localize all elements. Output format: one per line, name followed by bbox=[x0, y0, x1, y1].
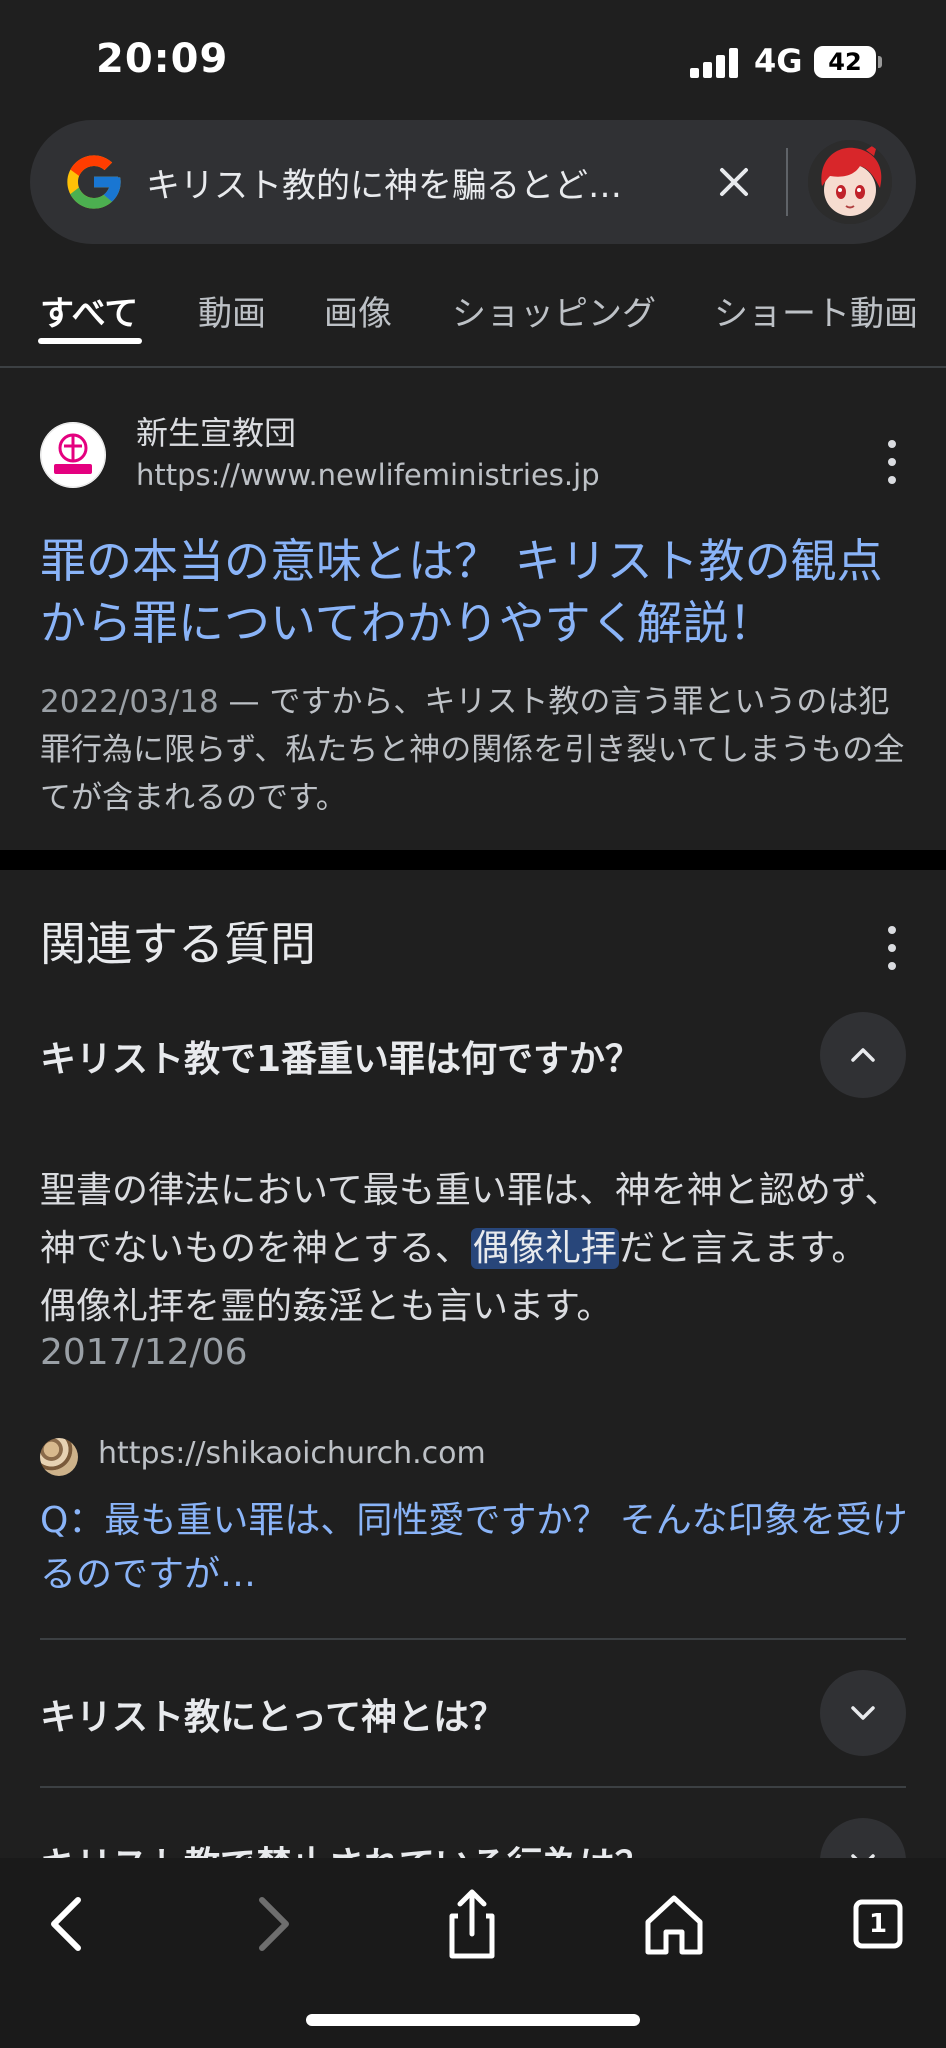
question-item[interactable]: キリスト教で1番重い罪は何ですか？ bbox=[40, 1012, 906, 1098]
share-icon[interactable] bbox=[432, 1884, 512, 1964]
avatar[interactable] bbox=[808, 140, 892, 224]
tabs-button[interactable]: 1 bbox=[838, 1884, 918, 1964]
search-tabs: すべて 動画 画像 ショッピング ショート動画 bbox=[0, 268, 946, 368]
browser-toolbar: 1 bbox=[0, 1858, 946, 2048]
question-item[interactable]: キリスト教にとって神とは？ bbox=[40, 1670, 906, 1756]
status-bar: 20:09 4G 42 bbox=[0, 0, 946, 120]
close-icon[interactable] bbox=[710, 158, 758, 206]
tab-all[interactable]: すべて bbox=[40, 286, 138, 335]
result-date: 2022/03/18 bbox=[40, 684, 219, 720]
tab-count: 1 bbox=[868, 1909, 888, 1939]
site-favicon bbox=[40, 422, 106, 488]
section-divider bbox=[0, 850, 946, 870]
more-options-icon[interactable] bbox=[886, 440, 898, 488]
site-name: 新生宣教団 bbox=[136, 414, 297, 452]
chevron-down-icon bbox=[851, 1706, 875, 1720]
source-favicon bbox=[40, 1438, 78, 1476]
expand-button[interactable] bbox=[820, 1670, 906, 1756]
signal-icon bbox=[690, 46, 740, 78]
question-divider bbox=[40, 1638, 906, 1640]
back-icon[interactable] bbox=[30, 1884, 110, 1964]
question-text: キリスト教にとって神とは？ bbox=[40, 1697, 506, 1738]
result-title-link[interactable]: 罪の本当の意味とは？ キリスト教の観点から罪についてわかりやすく解説！ bbox=[40, 530, 910, 654]
related-questions-title: 関連する質問 bbox=[40, 917, 316, 971]
result-snippet: 2022/03/18 — ですから、キリスト教の言う罪というのは犯罪行為に限らず… bbox=[40, 678, 910, 822]
related-more-options-icon[interactable] bbox=[886, 926, 898, 974]
chevron-up-icon bbox=[851, 1048, 875, 1062]
home-indicator bbox=[306, 2014, 640, 2026]
answer-highlight: 偶像礼拝 bbox=[470, 1228, 619, 1269]
related-questions: 関連する質問 キリスト教で1番重い罪は何ですか？ 聖書の律法において最も重い罪は… bbox=[0, 870, 946, 1904]
tab-videos[interactable]: 動画 bbox=[198, 286, 266, 335]
tab-short-videos[interactable]: ショート動画 bbox=[714, 286, 918, 335]
collapse-button[interactable] bbox=[820, 1012, 906, 1098]
answer-text: 聖書の律法において最も重い罪は、神を神と認めず、神でないものを神とする、偶像礼拝… bbox=[40, 1162, 910, 1336]
question-text: キリスト教で1番重い罪は何ですか？ bbox=[40, 1039, 642, 1080]
source-title-link[interactable]: Q：最も重い罪は、同性愛ですか？ そんな印象を受けるのですが… bbox=[40, 1494, 910, 1602]
home-icon[interactable] bbox=[634, 1884, 714, 1964]
forward-icon[interactable] bbox=[230, 1884, 310, 1964]
site-url[interactable]: https://www.newlifeministries.jp bbox=[136, 458, 600, 492]
search-bar[interactable]: キリスト教的に神を騙るとど… bbox=[30, 120, 916, 244]
network-type: 4G bbox=[754, 42, 803, 80]
search-divider bbox=[786, 148, 788, 216]
active-tab-indicator bbox=[38, 338, 142, 344]
answer-date: 2017/12/06 bbox=[40, 1332, 248, 1373]
tab-images[interactable]: 画像 bbox=[324, 286, 392, 335]
battery-icon: 42 bbox=[814, 46, 876, 78]
search-result: 新生宣教団 https://www.newlifeministries.jp 罪… bbox=[0, 368, 946, 850]
search-query[interactable]: キリスト教的に神を騙るとど… bbox=[146, 158, 686, 207]
page: 20:09 4G 42 キリスト教的に神を騙るとど… すべて 動画 画像 ショッ… bbox=[0, 0, 946, 2048]
status-time: 20:09 bbox=[96, 36, 229, 82]
question-divider bbox=[40, 1786, 906, 1788]
tab-shopping[interactable]: ショッピング bbox=[452, 286, 656, 335]
google-logo-icon bbox=[67, 155, 121, 209]
battery-tip bbox=[878, 56, 882, 68]
source-url[interactable]: https://shikaoichurch.com bbox=[98, 1436, 486, 1471]
